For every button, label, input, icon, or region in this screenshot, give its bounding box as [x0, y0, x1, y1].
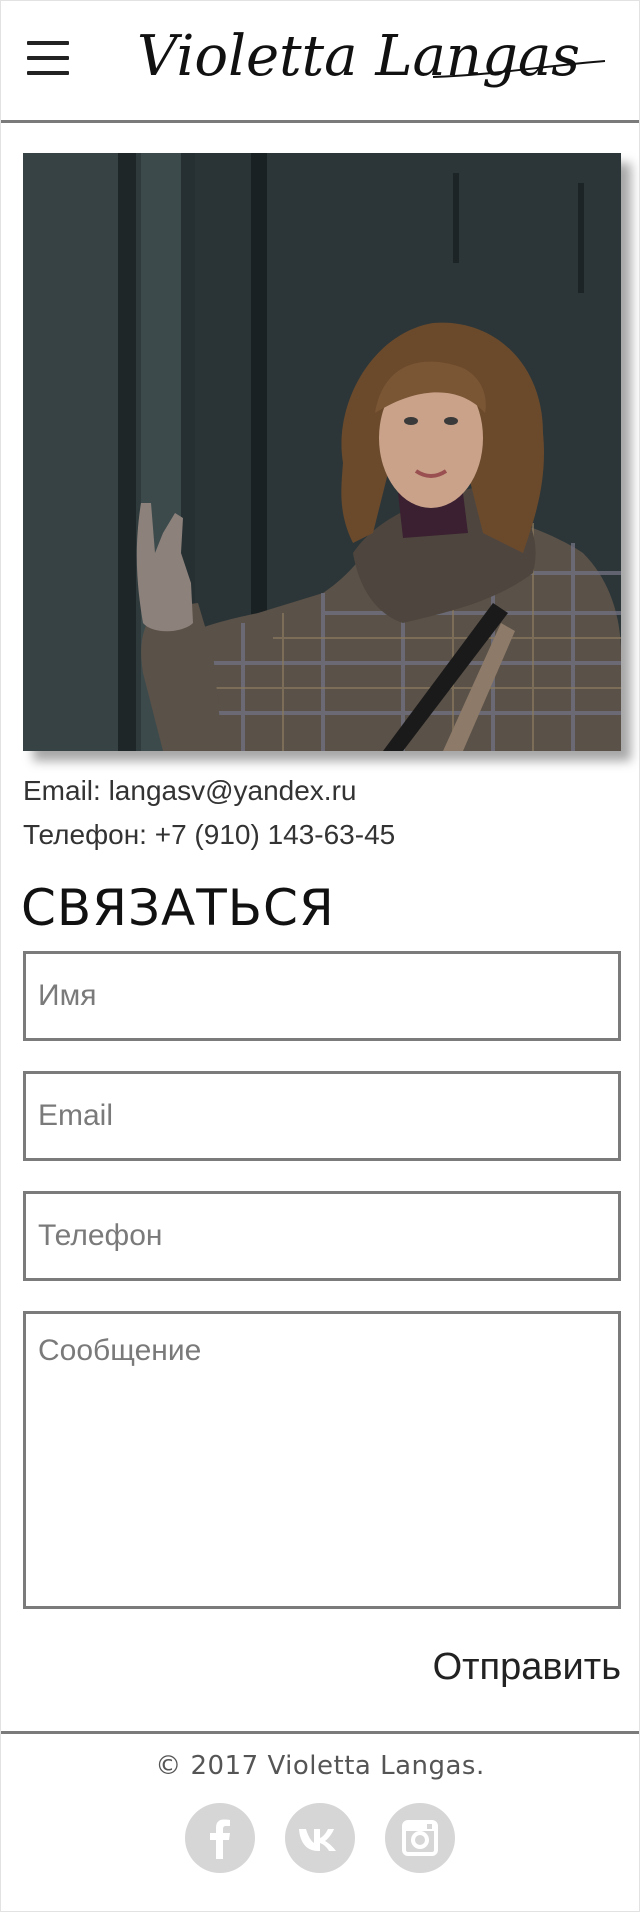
footer-divider [1, 1731, 639, 1734]
facebook-icon[interactable] [185, 1803, 255, 1873]
footer-copyright: © 2017 Violetta Langas. [155, 1751, 485, 1781]
contact-email[interactable]: Email: langasv@yandex.ru [23, 775, 356, 807]
phone-input[interactable] [23, 1191, 621, 1281]
site-logo[interactable]: Violetta Langas [133, 15, 613, 105]
contact-page: Violetta Langas Email: langasv@yandex.ru… [0, 0, 640, 1912]
email-input[interactable] [23, 1071, 621, 1161]
submit-button[interactable]: Отправить [433, 1646, 621, 1689]
site-header: Violetta Langas [1, 1, 639, 123]
logo-text: Violetta Langas [137, 24, 580, 89]
vk-icon[interactable] [285, 1803, 355, 1873]
name-input[interactable] [23, 951, 621, 1041]
instagram-icon[interactable] [385, 1803, 455, 1873]
contact-form-title: СВЯЗАТЬСЯ [21, 879, 335, 937]
hamburger-menu-icon[interactable] [27, 39, 69, 77]
contact-phone[interactable]: Телефон: +7 (910) 143-63-45 [23, 819, 395, 851]
message-textarea[interactable] [23, 1311, 621, 1609]
portrait-photo [23, 153, 621, 751]
